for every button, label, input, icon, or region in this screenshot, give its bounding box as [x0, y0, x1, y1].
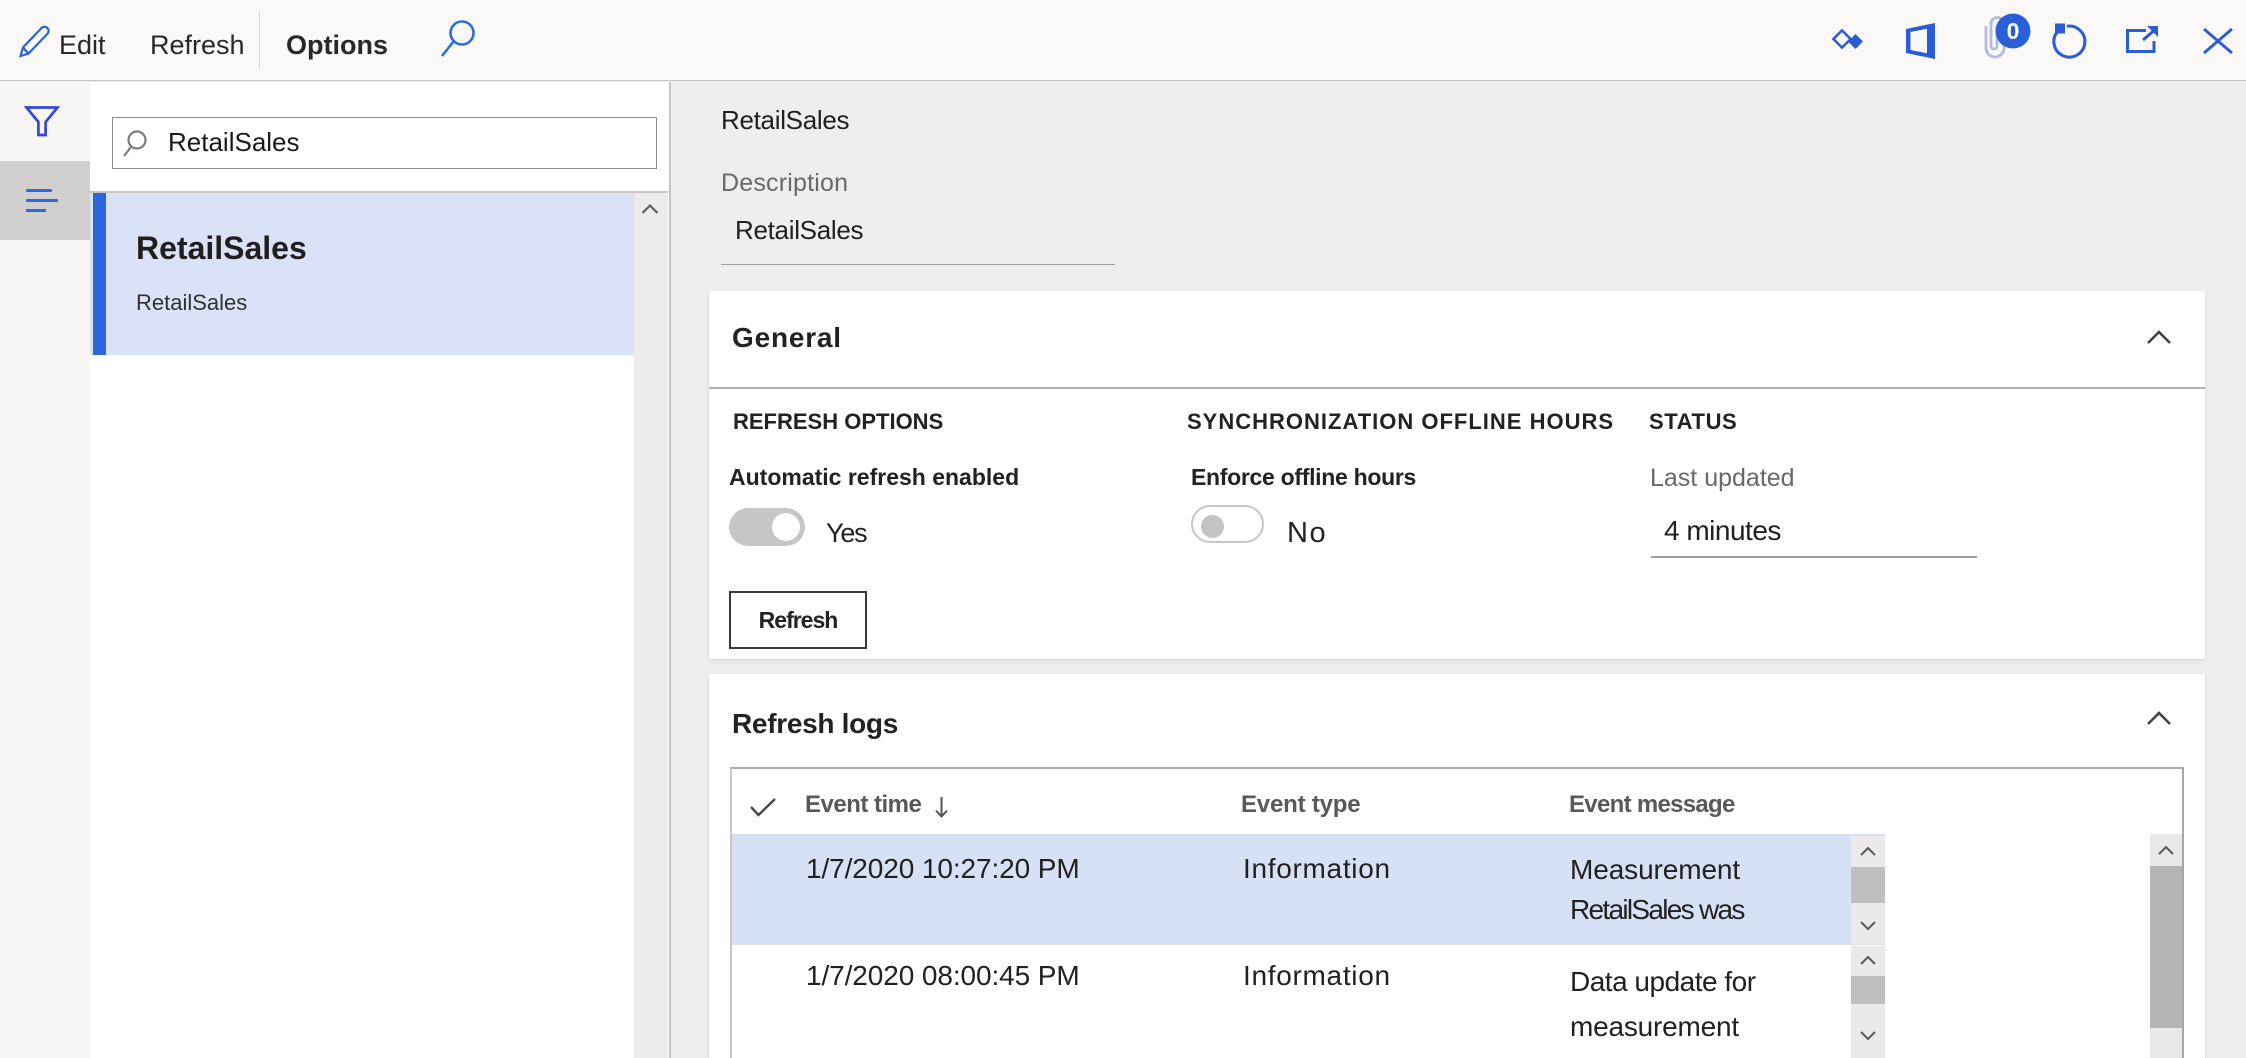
svg-text:0: 0: [2007, 18, 2020, 44]
